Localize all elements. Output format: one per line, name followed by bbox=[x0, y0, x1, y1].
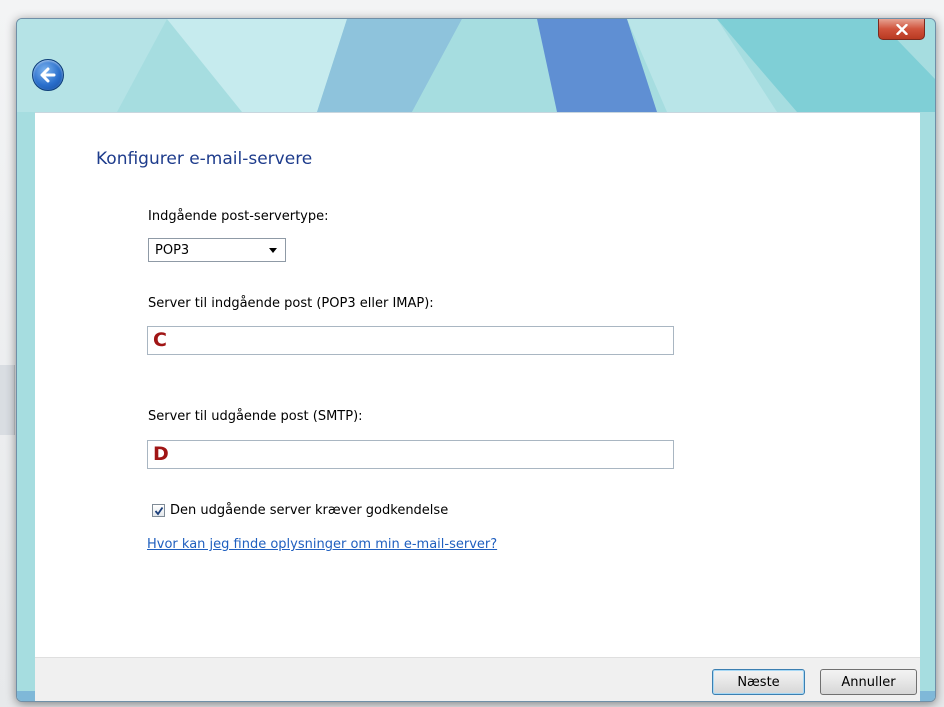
auth-required-checkbox-row[interactable]: Den udgående server kræver godkendelse bbox=[152, 503, 448, 518]
outgoing-server-input[interactable]: D bbox=[147, 440, 674, 469]
incoming-server-input[interactable]: C bbox=[147, 326, 674, 355]
close-button[interactable] bbox=[878, 19, 925, 40]
chevron-down-icon bbox=[269, 248, 277, 253]
outgoing-server-label: Server til udgående post (SMTP): bbox=[148, 409, 363, 424]
incoming-type-label: Indgående post-servertype: bbox=[148, 209, 329, 224]
back-arrow-icon bbox=[40, 67, 56, 83]
incoming-server-label: Server til indgående post (POP3 eller IM… bbox=[148, 296, 434, 311]
checkmark-icon bbox=[154, 506, 163, 515]
background-window-edge bbox=[0, 365, 15, 435]
email-setup-dialog: Konfigurer e-mail-servere Indgående post… bbox=[16, 18, 936, 702]
help-link[interactable]: Hvor kan jeg finde oplysninger om min e-… bbox=[147, 537, 497, 552]
next-button[interactable]: Næste bbox=[712, 669, 805, 695]
page-title: Konfigurer e-mail-servere bbox=[96, 149, 313, 169]
dialog-footer: Næste Annuller bbox=[35, 657, 920, 701]
incoming-server-type-select[interactable]: POP3 bbox=[148, 238, 286, 262]
close-icon bbox=[895, 23, 908, 35]
cancel-button[interactable]: Annuller bbox=[820, 669, 917, 695]
back-button[interactable] bbox=[32, 59, 64, 91]
auth-required-checkbox[interactable] bbox=[152, 504, 165, 517]
auth-required-label: Den udgående server kræver godkendelse bbox=[170, 503, 449, 518]
dialog-content: Konfigurer e-mail-servere Indgående post… bbox=[35, 112, 920, 658]
selected-value: POP3 bbox=[155, 242, 190, 258]
